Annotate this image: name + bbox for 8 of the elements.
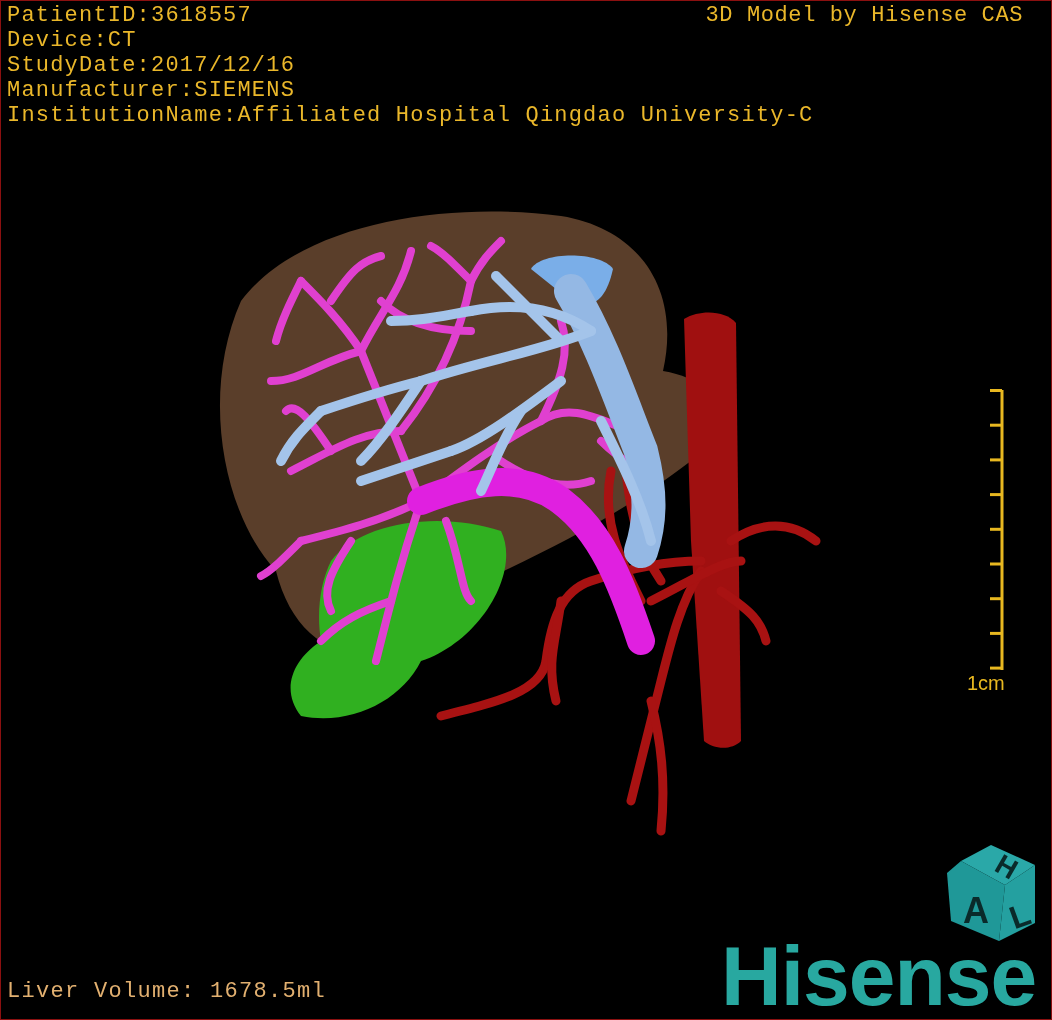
dicom-info-text: InstitutionName:Affiliated Hospital Qingdao University-C	[7, 103, 814, 128]
dicom-info-text: StudyDate:2017/12/16	[7, 53, 296, 78]
liver-volume-text: Liver Volume: 1678.5ml	[7, 979, 327, 1004]
dicom-info-text: PatientID:3618557	[7, 3, 252, 28]
scale-label: 1cm	[967, 671, 1005, 695]
dicom-info-text: Manufacturer:SIEMENS	[7, 78, 296, 103]
credit-text: 3D Model by Hisense CAS	[705, 3, 1023, 28]
dicom-info-text: Device:CT	[7, 28, 137, 53]
